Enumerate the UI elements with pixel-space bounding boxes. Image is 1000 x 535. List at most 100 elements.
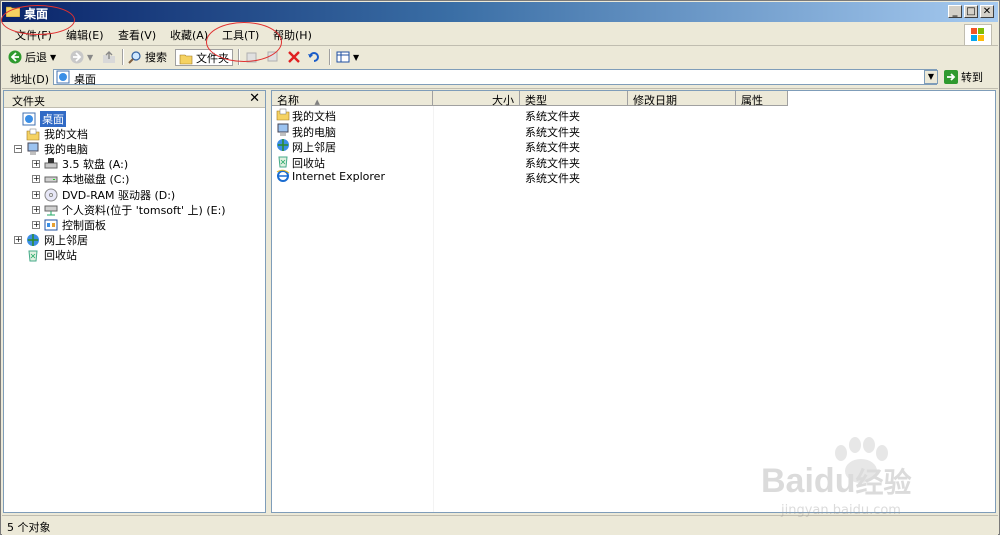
title-bar[interactable]: 桌面 _ □ ✕ — [2, 2, 998, 22]
file-name: Internet Explorer — [292, 170, 385, 183]
delete-x-icon — [288, 51, 300, 63]
column-header-name[interactable]: 名称 ▲ — [272, 91, 433, 107]
standard-toolbar: 后退 ▼ ▼ 搜索 文件夹 ▼ — [2, 46, 998, 69]
folders-pane-title: 文件夹 — [12, 95, 45, 108]
up-folder-icon — [103, 51, 115, 63]
network-drive-icon — [44, 205, 58, 216]
column-header-type[interactable]: 类型 — [520, 91, 628, 107]
folder-icon — [179, 54, 193, 64]
tree-item-label: 个人资料(位于 'tomsoft' 上) (E:) — [62, 203, 226, 217]
menu-bar: 文件(F) 编辑(E) 查看(V) 收藏(A) 工具(T) 帮助(H) — [2, 23, 998, 46]
delete-button[interactable] — [287, 49, 301, 65]
recycle-bin-icon — [278, 156, 288, 167]
tree-item[interactable]: + 控制面板 — [32, 217, 106, 232]
expand-toggle-icon[interactable]: + — [14, 236, 22, 245]
tree-item-label: 控制面板 — [62, 218, 106, 232]
tree-item[interactable]: − 我的电脑 — [14, 141, 88, 156]
network-places-icon — [277, 139, 289, 151]
my-computer-icon — [277, 123, 289, 136]
menu-view[interactable]: 查看(V) — [118, 27, 156, 43]
search-icon — [128, 51, 141, 64]
status-text: 5 个对象 — [7, 521, 51, 534]
internet-explorer-icon — [276, 169, 290, 182]
control-panel-icon — [44, 219, 58, 231]
expand-toggle-icon[interactable]: + — [32, 175, 40, 184]
my-documents-icon — [276, 108, 290, 121]
my-computer-icon — [27, 142, 39, 155]
views-grid-icon — [336, 51, 350, 63]
tree-item-label: 桌面 — [40, 110, 66, 127]
expand-toggle-icon[interactable]: + — [32, 160, 40, 169]
forward-arrow-icon — [70, 50, 84, 64]
address-value: 桌面 — [74, 73, 96, 86]
column-header-size[interactable]: 大小 — [433, 91, 520, 107]
go-arrow-icon — [944, 70, 958, 84]
tree-item[interactable]: + 本地磁盘 (C:) — [32, 172, 129, 187]
address-label: 地址(D) — [10, 73, 50, 86]
dvd-drive-icon — [44, 188, 58, 201]
back-dropdown-icon[interactable]: ▼ — [50, 53, 56, 62]
tree-item[interactable]: + DVD-RAM 驱动器 (D:) — [32, 187, 175, 202]
folders-pane: 文件夹 ✕ 桌面 我的文档 − 我的电脑 +3.5 软盘 (A:) + 本地磁盘 (C:) +… — [3, 90, 266, 513]
recycle-bin-icon — [28, 250, 38, 262]
tree-item-label: 3.5 软盘 (A:) — [62, 158, 129, 172]
watermark-cn: 经验 — [855, 467, 912, 498]
desktop-icon — [56, 70, 70, 84]
menu-favorites[interactable]: 收藏(A) — [170, 27, 208, 43]
file-row[interactable]: 我的电脑 系统文件夹 — [274, 123, 974, 139]
tree-item[interactable]: 我的文档 — [14, 126, 88, 141]
maximize-button[interactable]: □ — [964, 5, 978, 18]
views-button[interactable]: ▼ — [336, 49, 359, 65]
windows-logo-icon — [964, 24, 992, 46]
back-label: 后退 — [25, 51, 47, 64]
up-button[interactable] — [102, 49, 116, 65]
file-row[interactable]: 我的文档 系统文件夹 — [274, 107, 974, 123]
back-arrow-icon — [8, 50, 22, 64]
floppy-drive-icon — [44, 158, 58, 169]
tree-item-label: 本地磁盘 (C:) — [62, 173, 130, 187]
menu-edit[interactable]: 编辑(E) — [66, 27, 104, 43]
undo-button[interactable] — [307, 49, 321, 65]
tree-item[interactable]: 回收站 — [14, 248, 77, 263]
search-button[interactable]: 搜索 — [128, 49, 167, 65]
tree-item[interactable]: + 网上邻居 — [14, 233, 88, 248]
tree-item-label: 网上邻居 — [44, 234, 88, 248]
tree-item-label: 回收站 — [44, 249, 77, 263]
tree-item-label: 我的文档 — [44, 127, 88, 141]
sort-arrow-icon: ▲ — [314, 98, 320, 106]
views-dropdown-icon[interactable]: ▼ — [353, 53, 359, 62]
file-row[interactable]: Internet Explorer 系统文件夹 — [274, 169, 974, 185]
expand-toggle-icon[interactable]: + — [32, 205, 40, 214]
back-button[interactable]: 后退 ▼ — [8, 49, 56, 65]
expand-toggle-icon[interactable]: + — [32, 220, 40, 229]
tree-item[interactable]: 桌面 — [10, 110, 66, 127]
go-button[interactable]: 转到 — [944, 69, 983, 85]
forward-button[interactable]: ▼ — [70, 49, 93, 65]
annotation-ellipse-tools — [206, 22, 282, 62]
go-label: 转到 — [961, 71, 983, 84]
tree-item[interactable]: +3.5 软盘 (A:) — [32, 157, 128, 172]
expand-toggle-icon[interactable]: + — [32, 190, 40, 199]
local-disk-icon — [44, 176, 58, 183]
forward-dropdown-icon[interactable]: ▼ — [87, 53, 93, 62]
expand-toggle-icon[interactable]: − — [14, 144, 22, 153]
watermark-url: jingyan.baidu.com — [781, 503, 901, 518]
undo-icon — [308, 52, 319, 62]
my-documents-icon — [26, 128, 40, 140]
watermark-brand-2: du — [813, 462, 856, 500]
close-pane-icon[interactable]: ✕ — [249, 91, 260, 106]
file-row[interactable]: 回收站 系统文件夹 — [274, 154, 974, 170]
address-input[interactable]: 桌面 — [53, 69, 937, 86]
tree-item-label: DVD-RAM 驱动器 (D:) — [62, 188, 176, 202]
network-places-icon — [27, 234, 39, 247]
tree-item-label: 我的电脑 — [44, 142, 88, 156]
minimize-button[interactable]: _ — [948, 5, 962, 18]
address-dropdown-icon[interactable]: ▼ — [924, 70, 938, 84]
close-button[interactable]: ✕ — [980, 5, 994, 18]
column-header-attributes[interactable]: 属性 — [736, 91, 788, 107]
file-type: 系统文件夹 — [525, 172, 580, 185]
column-header-modified[interactable]: 修改日期 — [628, 91, 736, 107]
file-row[interactable]: 网上邻居 系统文件夹 — [274, 138, 974, 154]
tree-item[interactable]: + 个人资料(位于 'tomsoft' 上) (E:) — [32, 202, 226, 217]
baidu-watermark: Baidu经验 jingyan.baidu.com — [761, 431, 961, 521]
